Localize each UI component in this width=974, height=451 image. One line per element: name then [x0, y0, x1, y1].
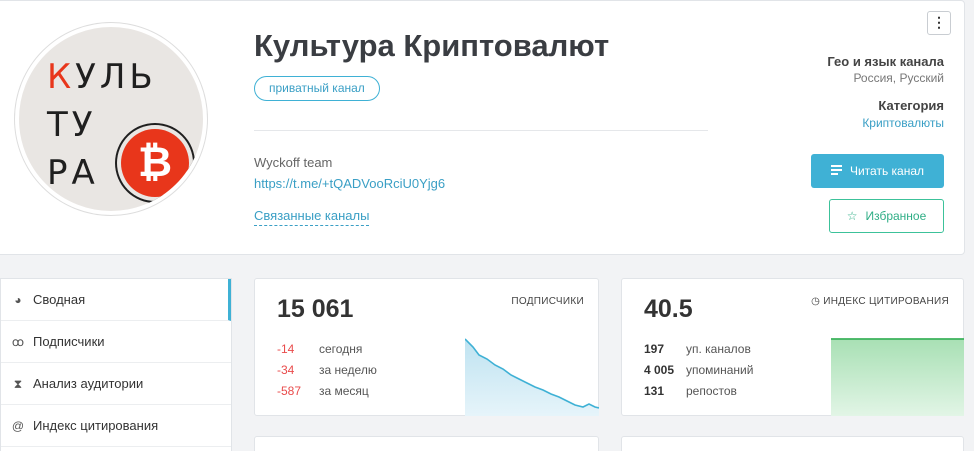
category-label: Категория: [878, 98, 944, 113]
logo-text-line-1: КУЛЬ: [47, 57, 157, 97]
clock-icon: ◷: [811, 296, 824, 307]
geo-language-value: Россия, Русский: [853, 71, 944, 85]
stat-value: -14: [277, 342, 295, 356]
stat-label: репостов: [686, 384, 737, 398]
favorite-button[interactable]: ☆ Избранное: [829, 199, 944, 233]
stat-label: упоминаний: [686, 363, 754, 377]
star-icon: ☆: [846, 209, 858, 223]
citation-index-total: 40.5: [644, 295, 693, 323]
at-icon: @: [11, 419, 25, 433]
stat-value: -34: [277, 363, 295, 377]
logo-text-line-3: РА: [47, 153, 99, 193]
sidebar-item-label: Подписчики: [33, 334, 105, 349]
category-link[interactable]: Криптовалюты: [862, 116, 944, 130]
subscribers-row-week: -34 за неделю: [277, 363, 377, 377]
sidebar-nav: ◕ Сводная ꝏ Подписчики ⧗ Анализ аудитории @…: [0, 278, 232, 451]
lower-card-right: [621, 436, 964, 451]
stat-label: сегодня: [319, 342, 363, 356]
sidebar-item-subscribers[interactable]: ꝏ Подписчики: [1, 321, 231, 363]
citation-row-reposts: 131 репостов: [644, 384, 737, 398]
citation-row-mentions: 4 005 упоминаний: [644, 363, 753, 377]
sidebar-item-audience[interactable]: ⧗ Анализ аудитории: [1, 363, 231, 405]
stat-value: 131: [644, 384, 665, 398]
favorite-label: Избранное: [865, 209, 927, 223]
stat-label: за месяц: [319, 384, 369, 398]
read-channel-button[interactable]: Читать канал: [811, 154, 944, 188]
bitcoin-icon: ₿: [121, 129, 189, 197]
sidebar-item-label: Сводная: [33, 292, 86, 307]
read-icon: [830, 154, 842, 188]
channel-avatar: КУЛЬ ТУ РА ₿: [15, 23, 207, 215]
read-channel-label: Читать канал: [849, 164, 925, 178]
stat-label: за неделю: [319, 363, 377, 377]
subscribers-row-month: -587 за месяц: [277, 384, 369, 398]
sidebar-item-label: Индекс цитирования: [33, 418, 159, 433]
sidebar-item-summary[interactable]: ◕ Сводная: [1, 279, 231, 321]
citation-label-wrap: ◷ ИНДЕКС ЦИТИРОВАНИЯ: [811, 296, 949, 307]
lower-card-left: [254, 436, 599, 451]
citation-sparkline: [831, 338, 964, 416]
subscribers-sparkline: [465, 338, 599, 416]
subscribers-row-today: -14 сегодня: [277, 342, 362, 356]
users-icon: ꝏ: [11, 335, 25, 349]
header-divider: [254, 130, 708, 131]
logo-text-line-2: ТУ: [47, 105, 97, 145]
stat-value: -587: [277, 384, 302, 398]
citation-row-channels: 197 уп. каналов: [644, 342, 751, 356]
hourglass-icon: ⧗: [13, 377, 23, 391]
stat-value: 4 005: [644, 363, 675, 377]
citation-card: 40.5 ◷ ИНДЕКС ЦИТИРОВАНИЯ 197 уп. каналов…: [621, 278, 964, 416]
sidebar-item-citation[interactable]: @ Индекс цитирования: [1, 405, 231, 447]
channel-description: Wyckoff team: [254, 155, 333, 170]
stat-value: 197: [644, 342, 665, 356]
channel-link[interactable]: https://t.me/+tQADVooRciU0Yjg6: [254, 176, 445, 191]
citation-label: ИНДЕКС ЦИТИРОВАНИЯ: [823, 296, 949, 307]
private-channel-badge: приватный канал: [254, 76, 380, 101]
sidebar-item-label: Анализ аудитории: [33, 376, 144, 391]
related-channels-link[interactable]: Связанные каналы: [254, 208, 370, 226]
stat-label: уп. каналов: [686, 342, 751, 356]
more-menu-button[interactable]: ⋮: [927, 11, 951, 35]
subscribers-label: ПОДПИСЧИКИ: [511, 296, 584, 307]
geo-language-label: Гео и язык канала: [827, 54, 944, 69]
subscribers-total: 15 061: [277, 295, 354, 323]
dashboard-icon: ◕: [14, 293, 22, 307]
subscribers-card: 15 061 ПОДПИСЧИКИ -14 сегодня -34 за недел…: [254, 278, 599, 416]
channel-title: Культура Криптовалют: [254, 28, 610, 63]
